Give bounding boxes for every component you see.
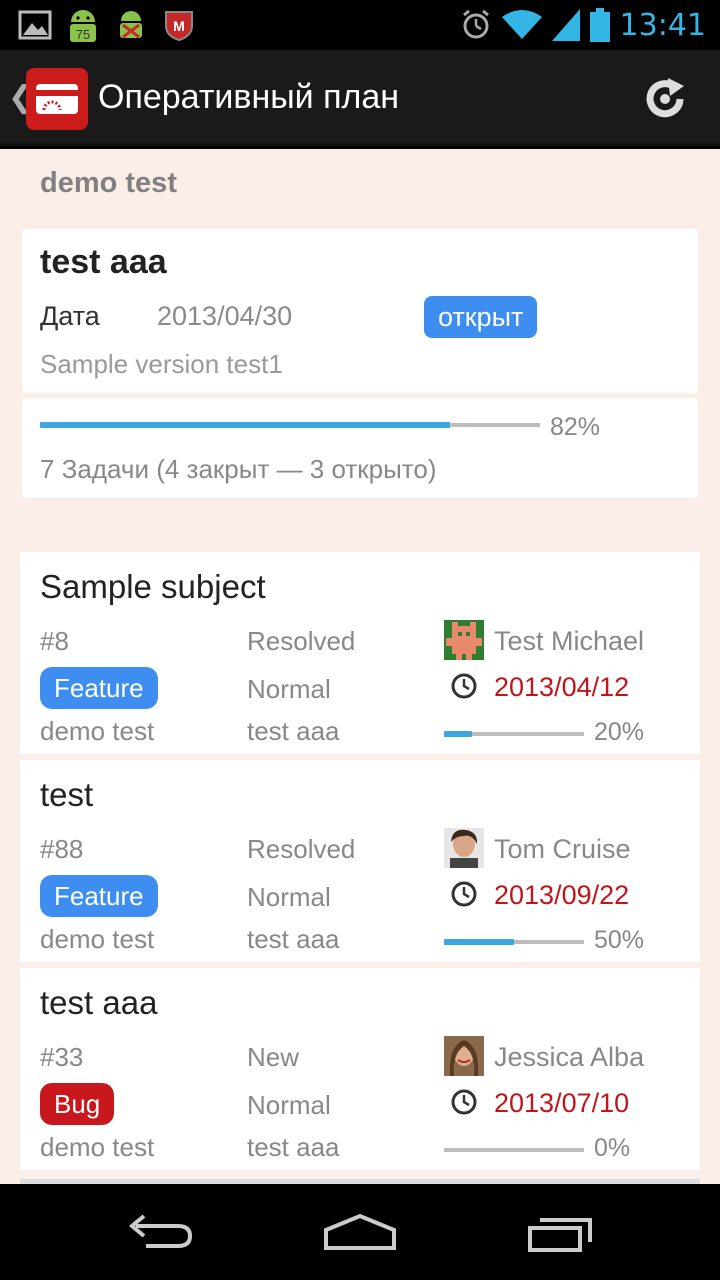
tasks-summary: 7 Задачи (4 закрыт — 3 открыто) bbox=[40, 454, 437, 484]
issue-status: Resolved bbox=[247, 626, 356, 656]
issue-progress-fill bbox=[444, 939, 514, 945]
version-progress-percent: 82% bbox=[550, 413, 601, 441]
version-description: Sample version test1 bbox=[40, 349, 283, 379]
date-value: 2013/04/30 bbox=[157, 301, 293, 331]
issue-progress-fill bbox=[444, 731, 472, 737]
issue-number: #33 bbox=[40, 1042, 84, 1072]
issue-subject: test bbox=[40, 776, 94, 813]
project-name: demo test bbox=[40, 167, 177, 199]
signal-icon bbox=[551, 9, 580, 41]
issue-row[interactable]: test aaa #33 New Jessica Alba Bug Normal… bbox=[20, 968, 700, 1170]
version-title: test aaa bbox=[40, 243, 167, 281]
issue-progress-bar bbox=[444, 1148, 584, 1152]
issue-assignee: Test Michael bbox=[494, 626, 645, 656]
issue-progress-percent: 50% bbox=[594, 926, 645, 954]
issue-progress-percent: 0% bbox=[594, 1134, 631, 1162]
issue-row[interactable]: test #88 Resolved Tom Cruise Feature Nor… bbox=[20, 760, 700, 962]
image-icon bbox=[18, 8, 52, 42]
issue-row[interactable]: Sample subject #8 Resolved Test Michael … bbox=[20, 552, 700, 754]
tracker-badge: Bug bbox=[40, 1083, 115, 1125]
clock-icon bbox=[451, 881, 477, 907]
avatar bbox=[444, 620, 484, 660]
issue-assignee: Tom Cruise bbox=[494, 834, 631, 864]
page-title: Оперативный план bbox=[98, 78, 400, 116]
version-card[interactable]: test aaa Дата 2013/04/30 открыт Sample v… bbox=[22, 229, 698, 393]
mcafee-icon: M bbox=[162, 8, 196, 42]
wifi-icon bbox=[501, 10, 542, 39]
issue-priority: Normal bbox=[247, 882, 331, 912]
issue-due-date: 2013/04/12 bbox=[494, 672, 630, 702]
version-progress-fill bbox=[40, 422, 450, 428]
tracker-badge: Feature bbox=[40, 875, 158, 917]
version-progress-card: 82% 7 Задачи (4 закрыт — 3 открыто) bbox=[22, 398, 698, 498]
issue-number: #88 bbox=[40, 834, 84, 864]
issue-subject: test aaa bbox=[40, 984, 158, 1021]
battery-icon bbox=[589, 8, 610, 42]
issue-status: Resolved bbox=[247, 834, 356, 864]
refresh-icon[interactable] bbox=[640, 74, 690, 124]
tracker-badge: Feature bbox=[40, 667, 158, 709]
avatar bbox=[444, 828, 484, 868]
issue-status: New bbox=[247, 1042, 300, 1072]
issue-progress-percent: 20% bbox=[594, 718, 645, 746]
issue-version: test aaa bbox=[247, 1132, 340, 1162]
issue-version: test aaa bbox=[247, 924, 340, 954]
clock-time: 13:41 bbox=[619, 7, 706, 43]
battery-badge: 75 bbox=[76, 27, 90, 42]
issue-assignee: Jessica Alba bbox=[494, 1042, 645, 1072]
date-label: Дата bbox=[40, 301, 100, 331]
status-badge: открыт bbox=[424, 296, 538, 338]
issue-number: #8 bbox=[40, 626, 69, 656]
issue-subject: Sample subject bbox=[40, 568, 266, 605]
issue-due-date: 2013/09/22 bbox=[494, 880, 630, 910]
android-debug-icon bbox=[114, 8, 148, 42]
issue-version: test aaa bbox=[247, 716, 340, 746]
clock-icon bbox=[451, 1089, 477, 1115]
version-progress-bar bbox=[40, 422, 540, 428]
home-nav-icon[interactable] bbox=[320, 1204, 400, 1260]
alarm-icon bbox=[462, 9, 489, 39]
svg-text:M: M bbox=[173, 18, 185, 34]
action-bar: ❮ Оперативный план bbox=[0, 50, 720, 146]
clock-icon bbox=[451, 673, 477, 699]
issue-project: demo test bbox=[40, 924, 155, 954]
content-area[interactable]: demo test test aaa Дата 2013/04/30 откры… bbox=[0, 149, 720, 1184]
issue-priority: Normal bbox=[247, 674, 331, 704]
system-icons: 13:41 bbox=[460, 0, 706, 50]
status-bar: 75 M 13:41 bbox=[0, 0, 720, 50]
recent-apps-nav-icon[interactable] bbox=[520, 1204, 600, 1260]
issue-priority: Normal bbox=[247, 1090, 331, 1120]
issue-due-date: 2013/07/10 bbox=[494, 1088, 630, 1118]
android-update-icon: 75 bbox=[66, 8, 100, 42]
navigation-bar bbox=[0, 1184, 720, 1280]
issue-progress-bar bbox=[444, 939, 584, 945]
avatar bbox=[444, 1036, 484, 1076]
issue-project: demo test bbox=[40, 1132, 155, 1162]
notification-icons: 75 M bbox=[18, 8, 196, 42]
issue-progress-bar bbox=[444, 731, 584, 737]
back-nav-icon[interactable] bbox=[120, 1204, 200, 1260]
app-logo-icon[interactable] bbox=[26, 68, 88, 130]
issue-project: demo test bbox=[40, 716, 155, 746]
